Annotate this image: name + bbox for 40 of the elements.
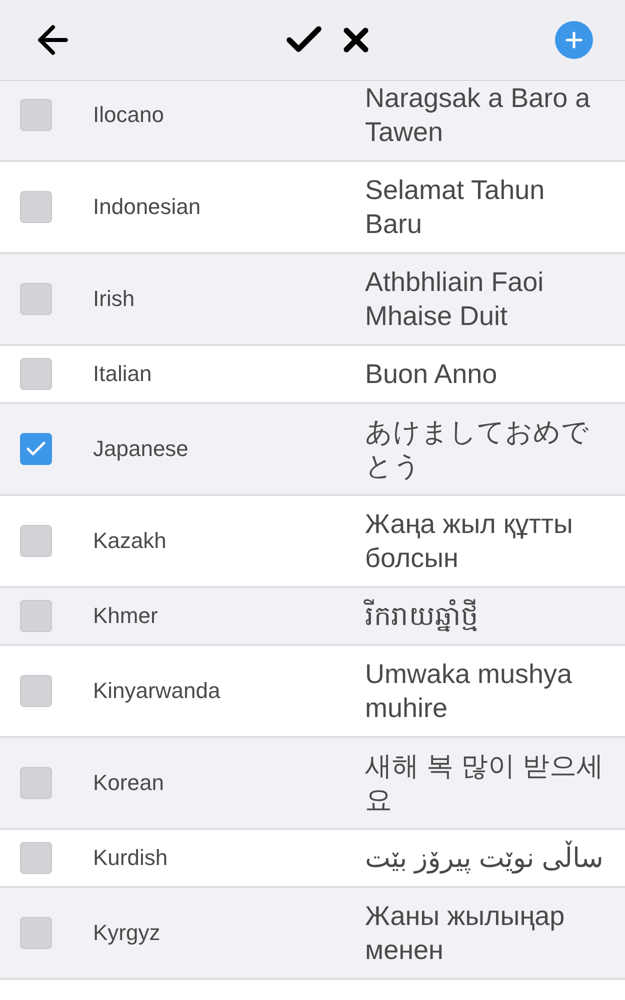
- greeting-text: Жаңа жыл құтты болсын: [365, 508, 574, 575]
- language-row[interactable]: Korean 새해 복 많이 받으세요: [0, 738, 625, 830]
- checkbox[interactable]: [20, 842, 52, 874]
- greeting-text: Athbhliain Faoi Mhaise Duit: [365, 266, 545, 333]
- language-row[interactable]: Japanese あけましておめでとう: [0, 404, 625, 496]
- language-name: Kyrgyz: [93, 920, 162, 946]
- language-name: Japanese: [93, 436, 190, 462]
- checkbox[interactable]: [20, 191, 52, 223]
- greeting-text: Naragsak a Baro a Tawen: [365, 82, 592, 149]
- checkbox[interactable]: [20, 99, 52, 131]
- greeting-text: Umwaka mushya muhire: [365, 658, 574, 725]
- language-row[interactable]: Irish Athbhliain Faoi Mhaise Duit: [0, 254, 625, 346]
- checkbox[interactable]: [20, 675, 52, 707]
- language-name: Kurdish: [93, 845, 169, 871]
- language-name: Italian: [93, 361, 153, 387]
- language-name: Khmer: [93, 603, 159, 629]
- checkbox[interactable]: [20, 358, 52, 390]
- greeting-text: ساڵی نوێت پیرۆز بێت: [365, 841, 605, 875]
- greeting-text: 새해 복 많이 받으세요: [365, 750, 605, 817]
- checkbox[interactable]: [20, 600, 52, 632]
- greeting-text: Buon Anno: [365, 358, 498, 391]
- language-name: Indonesian: [93, 194, 202, 220]
- greeting-text: あけましておめでとう: [365, 416, 590, 483]
- language-name: Irish: [93, 286, 136, 312]
- checkbox[interactable]: [20, 525, 52, 557]
- language-name: Kinyarwanda: [93, 678, 222, 704]
- language-name: Kazakh: [93, 528, 168, 554]
- greeting-text: Жаны жылыңар менен: [365, 900, 566, 967]
- add-button[interactable]: [555, 21, 593, 59]
- greeting-text: រីករាយឆ្នាំថ្មី: [365, 599, 479, 633]
- language-row[interactable]: Kyrgyz Жаны жылыңар менен: [0, 888, 625, 980]
- language-name: Korean: [93, 770, 165, 796]
- checkbox[interactable]: [20, 767, 52, 799]
- checkbox[interactable]: [20, 917, 52, 949]
- checkbox[interactable]: [20, 283, 52, 315]
- language-row[interactable]: Ilocano Naragsak a Baro a Tawen: [0, 81, 625, 162]
- greeting-text: Selamat Tahun Baru: [365, 174, 546, 241]
- language-name: Ilocano: [93, 102, 165, 128]
- language-row[interactable]: Khmer រីករាយឆ្នាំថ្មី: [0, 588, 625, 646]
- checkbox[interactable]: [20, 433, 52, 465]
